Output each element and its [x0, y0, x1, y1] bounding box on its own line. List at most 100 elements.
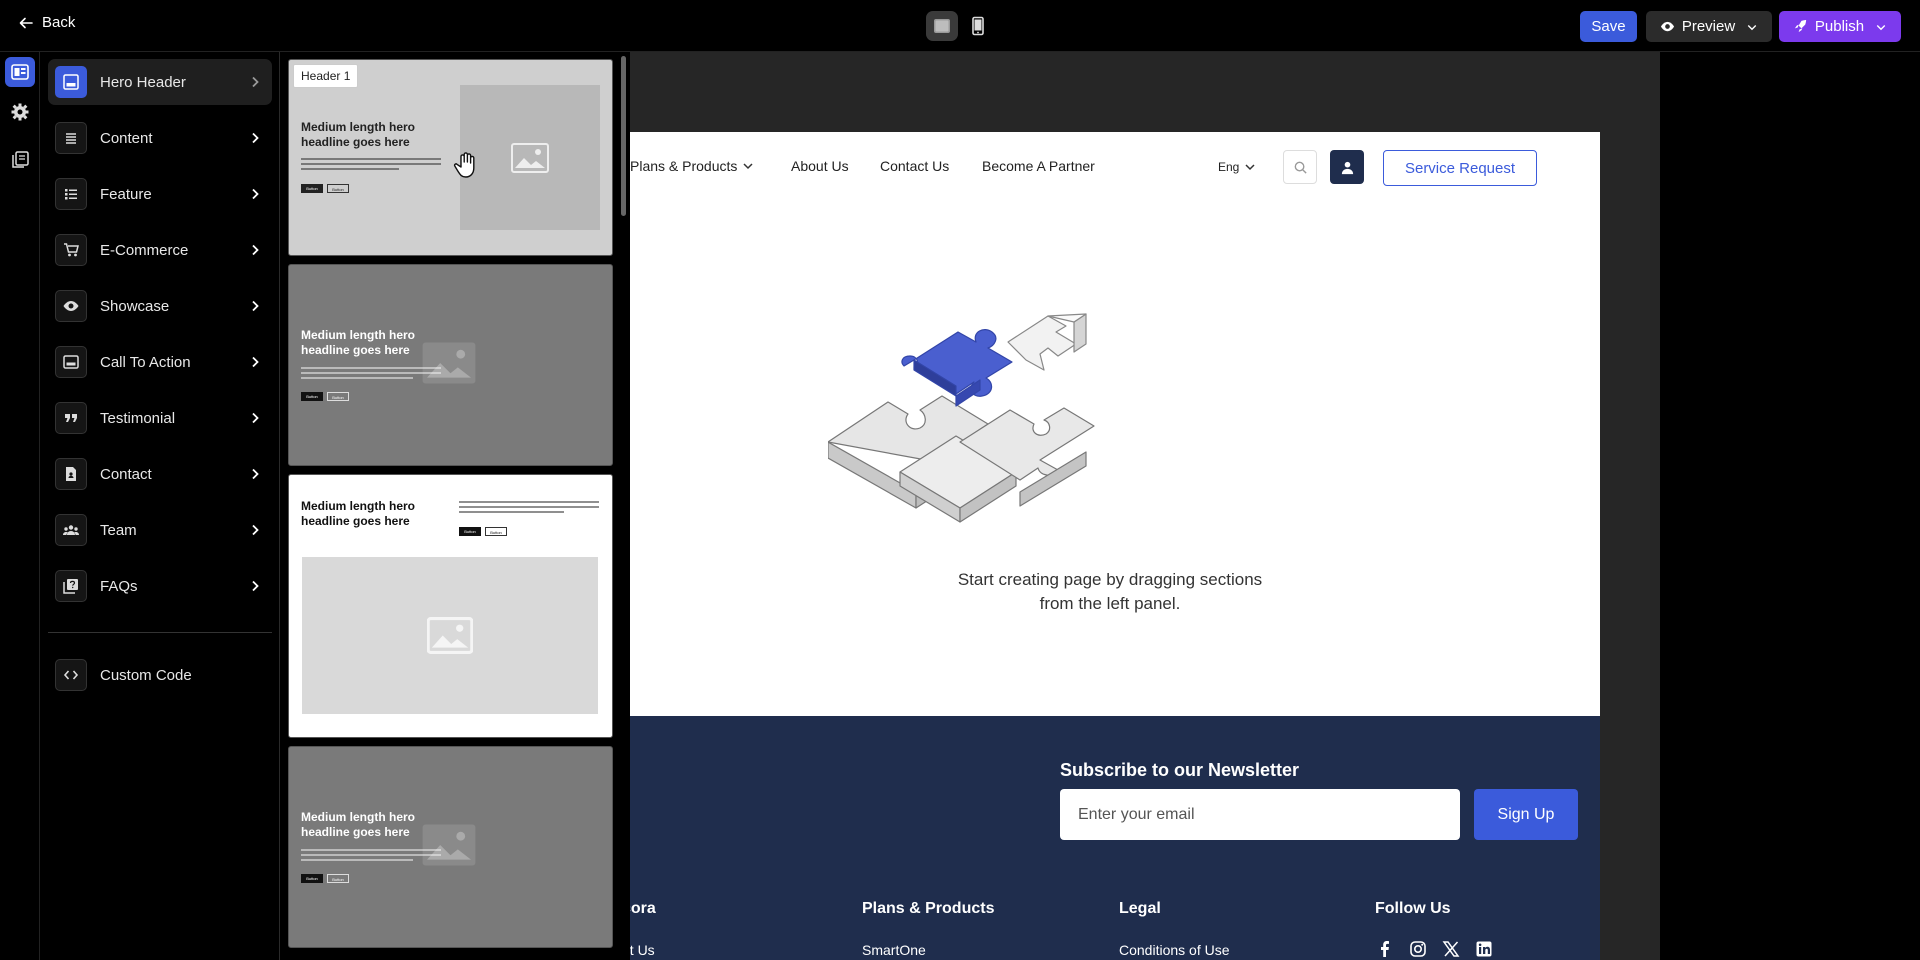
category-call-to-action[interactable]: Call To Action — [48, 339, 272, 385]
footer-link[interactable]: SmartOne — [862, 942, 926, 958]
top-bar: Back Save Preview Publish — [0, 0, 1920, 52]
category-label: Testimonial — [100, 409, 176, 427]
faq-icon — [55, 570, 87, 602]
section-categories-panel: Hero Header Content Feature E-Commerce S… — [40, 52, 280, 960]
chevron-right-icon — [252, 188, 259, 200]
newsletter-signup-button[interactable]: Sign Up — [1474, 789, 1578, 840]
footer-link[interactable]: ut Us — [630, 942, 655, 958]
category-label: Feature — [100, 185, 152, 203]
image-placeholder — [460, 85, 600, 230]
code-icon — [55, 659, 87, 691]
category-team[interactable]: Team — [48, 507, 272, 553]
scrollbar[interactable] — [621, 56, 626, 216]
category-e-commerce[interactable]: E-Commerce — [48, 227, 272, 273]
x-twitter-link[interactable] — [1440, 938, 1462, 960]
category-label: Custom Code — [100, 666, 192, 684]
image-icon — [427, 617, 473, 654]
category-contact[interactable]: Contact — [48, 451, 272, 497]
category-label: Contact — [100, 465, 152, 483]
template-primary-button: Button — [301, 874, 323, 883]
category-label: Call To Action — [100, 353, 191, 371]
chevron-right-icon — [252, 580, 259, 592]
chevron-right-icon — [252, 244, 259, 256]
user-icon — [1341, 161, 1353, 174]
empty-state-message: Start creating page by dragging sections… — [660, 568, 1560, 616]
template-secondary-button: Button — [485, 527, 507, 536]
publish-button[interactable]: Publish — [1779, 11, 1901, 42]
empty-state-line-1: Start creating page by dragging sections — [957, 570, 1263, 589]
search-icon — [1294, 161, 1307, 174]
cta-icon — [55, 346, 87, 378]
tablet-icon — [972, 16, 984, 36]
category-label: Team — [100, 521, 137, 539]
template-header-3[interactable]: Medium length hero headline goes here Bu… — [288, 474, 613, 738]
template-secondary-button: Button — [327, 392, 349, 401]
pages-tab-button[interactable] — [5, 145, 35, 175]
linkedin-link[interactable] — [1473, 938, 1495, 960]
image-icon — [511, 142, 549, 173]
category-label: Content — [100, 129, 153, 147]
category-content[interactable]: Content — [48, 115, 272, 161]
site-search-button[interactable] — [1283, 150, 1317, 184]
preview-label: Preview — [1681, 18, 1736, 35]
pages-icon — [12, 151, 29, 168]
category-label: Showcase — [100, 297, 170, 315]
tablet-view-button[interactable] — [962, 11, 994, 41]
chevron-right-icon — [252, 76, 259, 88]
save-button[interactable]: Save — [1580, 11, 1637, 42]
category-showcase[interactable]: Showcase — [48, 283, 272, 329]
nav-about-us[interactable]: About Us — [791, 158, 849, 174]
site-footer: Subscribe to our Newsletter Enter your e… — [630, 716, 1600, 960]
category-feature[interactable]: Feature — [48, 171, 272, 217]
facebook-link[interactable] — [1374, 938, 1396, 960]
footer-column-title: Plans & Products — [862, 900, 995, 917]
chevron-down-icon — [1747, 24, 1757, 30]
newsletter-email-input[interactable]: Enter your email — [1060, 789, 1460, 840]
template-primary-button: Button — [301, 184, 323, 193]
sections-tab-button[interactable] — [5, 57, 35, 87]
image-placeholder — [302, 557, 598, 714]
template-primary-button: Button — [301, 392, 323, 401]
section-templates-panel: Header 1 Medium length hero headline goe… — [280, 52, 630, 960]
linkedin-icon — [1476, 941, 1492, 957]
service-request-button[interactable]: Service Request — [1383, 150, 1537, 186]
template-headline: Medium length hero headline goes here — [301, 499, 415, 528]
template-header-1[interactable]: Header 1 Medium length hero headline goe… — [288, 59, 613, 256]
nav-plans-products[interactable]: Plans & Products — [630, 158, 754, 174]
category-faqs[interactable]: FAQs — [48, 563, 272, 609]
empty-state-line-2: from the left panel. — [1039, 594, 1181, 613]
desktop-view-button[interactable] — [926, 11, 958, 41]
newsletter-title: Subscribe to our Newsletter — [1060, 760, 1300, 780]
nav-become-a-partner[interactable]: Become A Partner — [982, 158, 1095, 174]
settings-tab-button[interactable] — [5, 97, 35, 127]
back-label: Back — [42, 14, 76, 31]
instagram-icon — [1410, 941, 1426, 957]
back-button[interactable]: Back — [18, 14, 75, 31]
nav-label: About Us — [791, 158, 849, 174]
instagram-link[interactable] — [1407, 938, 1429, 960]
template-header-2[interactable]: Medium length hero headline goes here Bu… — [288, 264, 613, 466]
chevron-right-icon — [252, 412, 259, 424]
chevron-right-icon — [252, 524, 259, 536]
preview-button[interactable]: Preview — [1646, 11, 1772, 42]
arrow-left-icon — [19, 17, 33, 28]
category-custom-code[interactable]: Custom Code — [48, 652, 272, 698]
category-label: E-Commerce — [100, 241, 189, 259]
page-preview: Plans & Products About Us Contact Us Bec… — [630, 132, 1600, 716]
template-tag: Header 1 — [293, 64, 359, 88]
nav-label: Contact Us — [880, 158, 950, 174]
content-icon — [55, 122, 87, 154]
chevron-right-icon — [252, 356, 259, 368]
x-icon — [1442, 941, 1460, 957]
divider — [48, 632, 272, 633]
nav-contact-us[interactable]: Contact Us — [880, 158, 949, 174]
nav-label: Become A Partner — [982, 158, 1095, 174]
language-label: Eng — [1218, 160, 1240, 174]
account-button[interactable] — [1330, 150, 1364, 184]
language-selector[interactable]: Eng — [1218, 160, 1256, 174]
category-hero-header[interactable]: Hero Header — [48, 59, 272, 105]
category-testimonial[interactable]: Testimonial — [48, 395, 272, 441]
footer-link[interactable]: Conditions of Use — [1119, 942, 1230, 958]
chevron-down-icon — [1245, 164, 1255, 171]
template-header-4[interactable]: Medium length hero headline goes here Bu… — [288, 746, 613, 948]
